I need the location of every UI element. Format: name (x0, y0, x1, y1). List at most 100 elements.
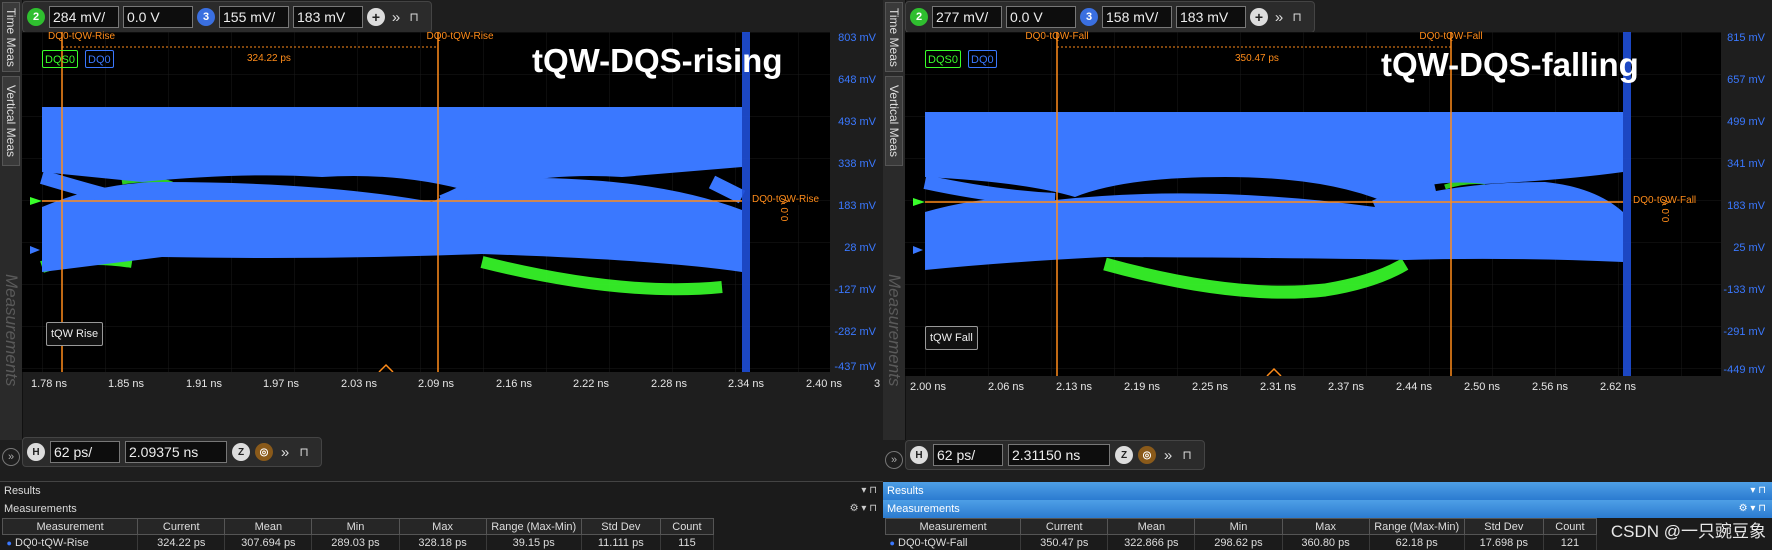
channel-3-scale-field[interactable]: 155 mV/ (219, 6, 289, 28)
double-chevron-right-icon[interactable]: » (278, 444, 292, 461)
side-tabs: Time Meas Vertical Meas Measurements (883, 0, 906, 440)
double-chevron-right-icon[interactable]: » (1161, 447, 1175, 464)
channel-3-offset-field[interactable]: 183 mV (293, 6, 363, 28)
column-header[interactable]: Std Dev (1463, 518, 1544, 535)
double-chevron-right-icon[interactable]: » (389, 9, 403, 26)
column-header[interactable]: Std Dev (580, 518, 661, 535)
timebase-position-field[interactable]: 2.09375 ns (125, 441, 227, 463)
horizontal-button[interactable]: H (910, 446, 928, 464)
pin-icon[interactable]: ⊓ (297, 445, 311, 459)
settings-gear-icon[interactable]: ⚙ ▾ ⊓ (1739, 500, 1766, 518)
column-header[interactable]: Count (1542, 518, 1598, 535)
table-row[interactable]: ● DQ0-tQW-Fall 350.47 ps 322.866 ps 298.… (885, 534, 1598, 550)
tqw-rise-label-box[interactable]: tQW Rise (46, 322, 104, 346)
trigger-vertical-value: 0.0 V (1661, 199, 1672, 223)
dqs0-channel-tag[interactable]: DQS0 (925, 50, 961, 68)
tab-time-meas[interactable]: Time Meas (2, 2, 20, 72)
tab-vertical-meas[interactable]: Vertical Meas (885, 76, 903, 166)
column-header[interactable]: Max (1281, 518, 1370, 535)
settings-gear-icon[interactable]: ⚙ ▾ ⊓ (850, 500, 877, 518)
overlay-title: tQW-DQS-rising (532, 42, 783, 79)
column-header[interactable]: Measurement (1, 518, 139, 535)
info-dot-icon: ● (6, 537, 12, 548)
channel-3-button[interactable]: 3 (197, 8, 215, 26)
expand-left-icon[interactable]: » (2, 448, 20, 466)
scope-panel-falling: Time Meas Vertical Meas Measurements 2 2… (883, 0, 1772, 550)
add-channel-icon[interactable]: + (367, 8, 385, 26)
zoom-icon[interactable]: Z (1115, 446, 1133, 464)
pin-icon[interactable]: ⊓ (1180, 448, 1194, 462)
add-channel-icon[interactable]: + (1250, 8, 1268, 26)
channel-2-offset-field[interactable]: 0.0 V (123, 6, 193, 28)
channel-3-offset-field[interactable]: 183 mV (1176, 6, 1246, 28)
timebase-scale-field[interactable]: 62 ps/ (50, 441, 120, 463)
expand-left-icon[interactable]: » (885, 451, 903, 469)
column-header[interactable]: Current (137, 518, 226, 535)
column-header[interactable]: Measurement (884, 518, 1022, 535)
zoom-icon[interactable]: Z (232, 443, 250, 461)
column-header[interactable]: Min (311, 518, 400, 535)
double-chevron-right-icon[interactable]: » (1272, 9, 1286, 26)
measurements-table: Measurement Current Mean Min Max Range (… (1, 518, 715, 550)
horizontal-button[interactable]: H (27, 443, 45, 461)
x-tick: 2.22 ns (572, 378, 610, 390)
x-tick: 2.56 ns (1531, 381, 1569, 393)
results-pane: Results ▾ ⊓ Measurements ⚙ ▾ ⊓ Measureme… (0, 481, 883, 550)
column-header[interactable]: Max (398, 518, 487, 535)
x-tick: 2.13 ns (1055, 381, 1093, 393)
channel-2-offset-field[interactable]: 0.0 V (1006, 6, 1076, 28)
tab-vertical-meas[interactable]: Vertical Meas (2, 76, 20, 166)
measurement-name: DQ0-tQW-Rise (15, 536, 89, 549)
channel-2-scale-field[interactable]: 277 mV/ (932, 6, 1002, 28)
y-tick: 338 mV (838, 158, 876, 170)
column-header[interactable]: Mean (1107, 518, 1196, 535)
dq0-channel-tag[interactable]: DQ0 (968, 50, 997, 68)
column-header[interactable]: Count (659, 518, 715, 535)
waveform-display[interactable]: DQS0 DQ0 DQ0-tQW-Fall DQ0-tQW-Fall 350.4… (905, 31, 1721, 376)
tab-time-meas[interactable]: Time Meas (885, 2, 903, 72)
x-tick: 2.09 ns (417, 378, 455, 390)
pin-icon[interactable]: ⊓ (1290, 10, 1304, 24)
column-header[interactable]: Range (Max-Min) (485, 518, 582, 535)
table-cell: 324.22 ps (137, 534, 226, 550)
tqw-fall-label-box[interactable]: tQW Fall (925, 326, 978, 350)
table-row[interactable]: ● DQ0-tQW-Rise 324.22 ps 307.694 ps 289.… (2, 534, 715, 550)
pin-icon[interactable]: ⊓ (407, 10, 421, 24)
channel-3-button[interactable]: 3 (1080, 8, 1098, 26)
table-cell: 121 (1543, 534, 1598, 550)
tab-measurements[interactable]: Measurements (2, 250, 21, 410)
table-cell: 298.62 ps (1194, 534, 1283, 550)
column-header[interactable]: Range (Max-Min) (1368, 518, 1465, 535)
column-header[interactable]: Current (1020, 518, 1109, 535)
cursor-delta-label: 324.22 ps (247, 53, 291, 64)
acquisition-icon[interactable]: ◎ (255, 443, 273, 461)
dqs0-channel-tag[interactable]: DQS0 (42, 50, 78, 68)
channel-2-button[interactable]: 2 (910, 8, 928, 26)
y-tick: -291 mV (1723, 326, 1765, 338)
dq0-channel-tag[interactable]: DQ0 (85, 50, 114, 68)
watermark: CSDN @一只豌豆象 (1610, 522, 1766, 541)
x-tick: 2.31 ns (1259, 381, 1297, 393)
eye-diagram (22, 32, 830, 372)
measurements-table: Measurement Current Mean Min Max Range (… (884, 518, 1598, 550)
column-header[interactable]: Min (1194, 518, 1283, 535)
timebase-scale-field[interactable]: 62 ps/ (933, 444, 1003, 466)
x-tick: 2.03 ns (340, 378, 378, 390)
channel-2-scale-field[interactable]: 284 mV/ (49, 6, 119, 28)
tab-measurements[interactable]: Measurements (885, 250, 904, 410)
channel-3-scale-field[interactable]: 158 mV/ (1102, 6, 1172, 28)
waveform-display[interactable]: DQS0 DQ0 DQ0-tQW-Rise DQ0-tQW-Rise 324.2… (22, 31, 830, 372)
column-header[interactable]: Mean (224, 518, 313, 535)
info-dot-icon: ● (889, 537, 895, 548)
channel-2-button[interactable]: 2 (27, 8, 45, 26)
x-tick: 2.16 ns (495, 378, 533, 390)
acquisition-icon[interactable]: ◎ (1138, 446, 1156, 464)
timebase-position-field[interactable]: 2.31150 ns (1008, 444, 1110, 466)
x-tick-tail: 3 (873, 378, 881, 390)
x-axis-labels: 2.00 ns 2.06 ns 2.13 ns 2.19 ns 2.25 ns … (905, 381, 1772, 397)
table-cell: 17.698 ps (1464, 534, 1544, 550)
results-controls-icon[interactable]: ▾ ⊓ (861, 482, 877, 500)
results-header: Results ▾ ⊓ (883, 482, 1772, 500)
results-controls-icon[interactable]: ▾ ⊓ (1750, 482, 1766, 500)
cursor-b-label: DQ0-tQW-Fall (1419, 31, 1483, 42)
